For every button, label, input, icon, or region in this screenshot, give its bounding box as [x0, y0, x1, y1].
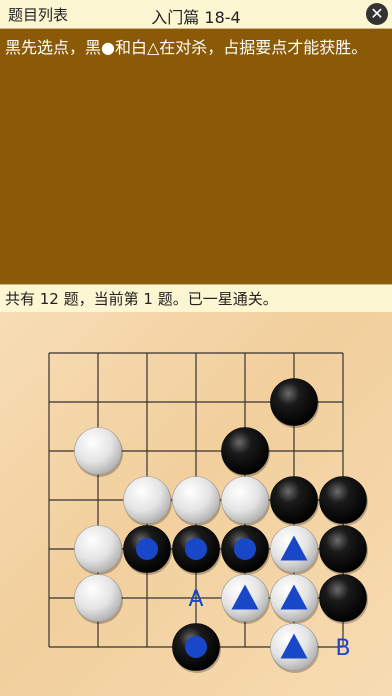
- white-stone: [270, 623, 319, 673]
- black-stone: [221, 525, 270, 575]
- problem-description-panel: 黑先选点，黑●和白△在对杀，占据要点才能获胜。: [0, 29, 392, 284]
- progress-status: 共有 12 题，当前第 1 题。已一星通关。: [5, 290, 278, 308]
- page-title: 入门篇 18-4: [151, 8, 241, 27]
- white-stone: [221, 574, 270, 624]
- black-stone: [319, 574, 368, 624]
- black-stone: [319, 525, 368, 575]
- problem-description: 黑先选点，黑●和白△在对杀，占据要点才能获胜。: [5, 38, 368, 57]
- circle-marker: [136, 538, 158, 560]
- black-stone: [270, 378, 319, 428]
- black-stone: [123, 525, 172, 575]
- circle-marker: [234, 538, 256, 560]
- white-stone: [270, 525, 319, 575]
- close-icon[interactable]: ✕: [366, 3, 388, 25]
- white-stone: [270, 574, 319, 624]
- black-stone: [319, 476, 368, 526]
- black-stone: [221, 427, 270, 477]
- status-bar: 共有 12 题，当前第 1 题。已一星通关。: [0, 284, 392, 313]
- top-bar: 题目列表 入门篇 18-4 ✕: [0, 0, 392, 29]
- black-stone: [172, 623, 221, 673]
- black-stone: [270, 476, 319, 526]
- white-stone: [172, 476, 221, 526]
- go-board[interactable]: AB: [0, 312, 392, 696]
- white-stone: [74, 574, 123, 624]
- circle-marker: [185, 636, 207, 658]
- white-stone: [123, 476, 172, 526]
- white-stone: [221, 476, 270, 526]
- point-label-a[interactable]: A: [188, 587, 203, 612]
- white-stone: [74, 525, 123, 575]
- circle-marker: [185, 538, 207, 560]
- go-board-area[interactable]: AB: [0, 312, 392, 696]
- point-label-b[interactable]: B: [335, 636, 350, 661]
- black-stone: [172, 525, 221, 575]
- white-stone: [74, 427, 123, 477]
